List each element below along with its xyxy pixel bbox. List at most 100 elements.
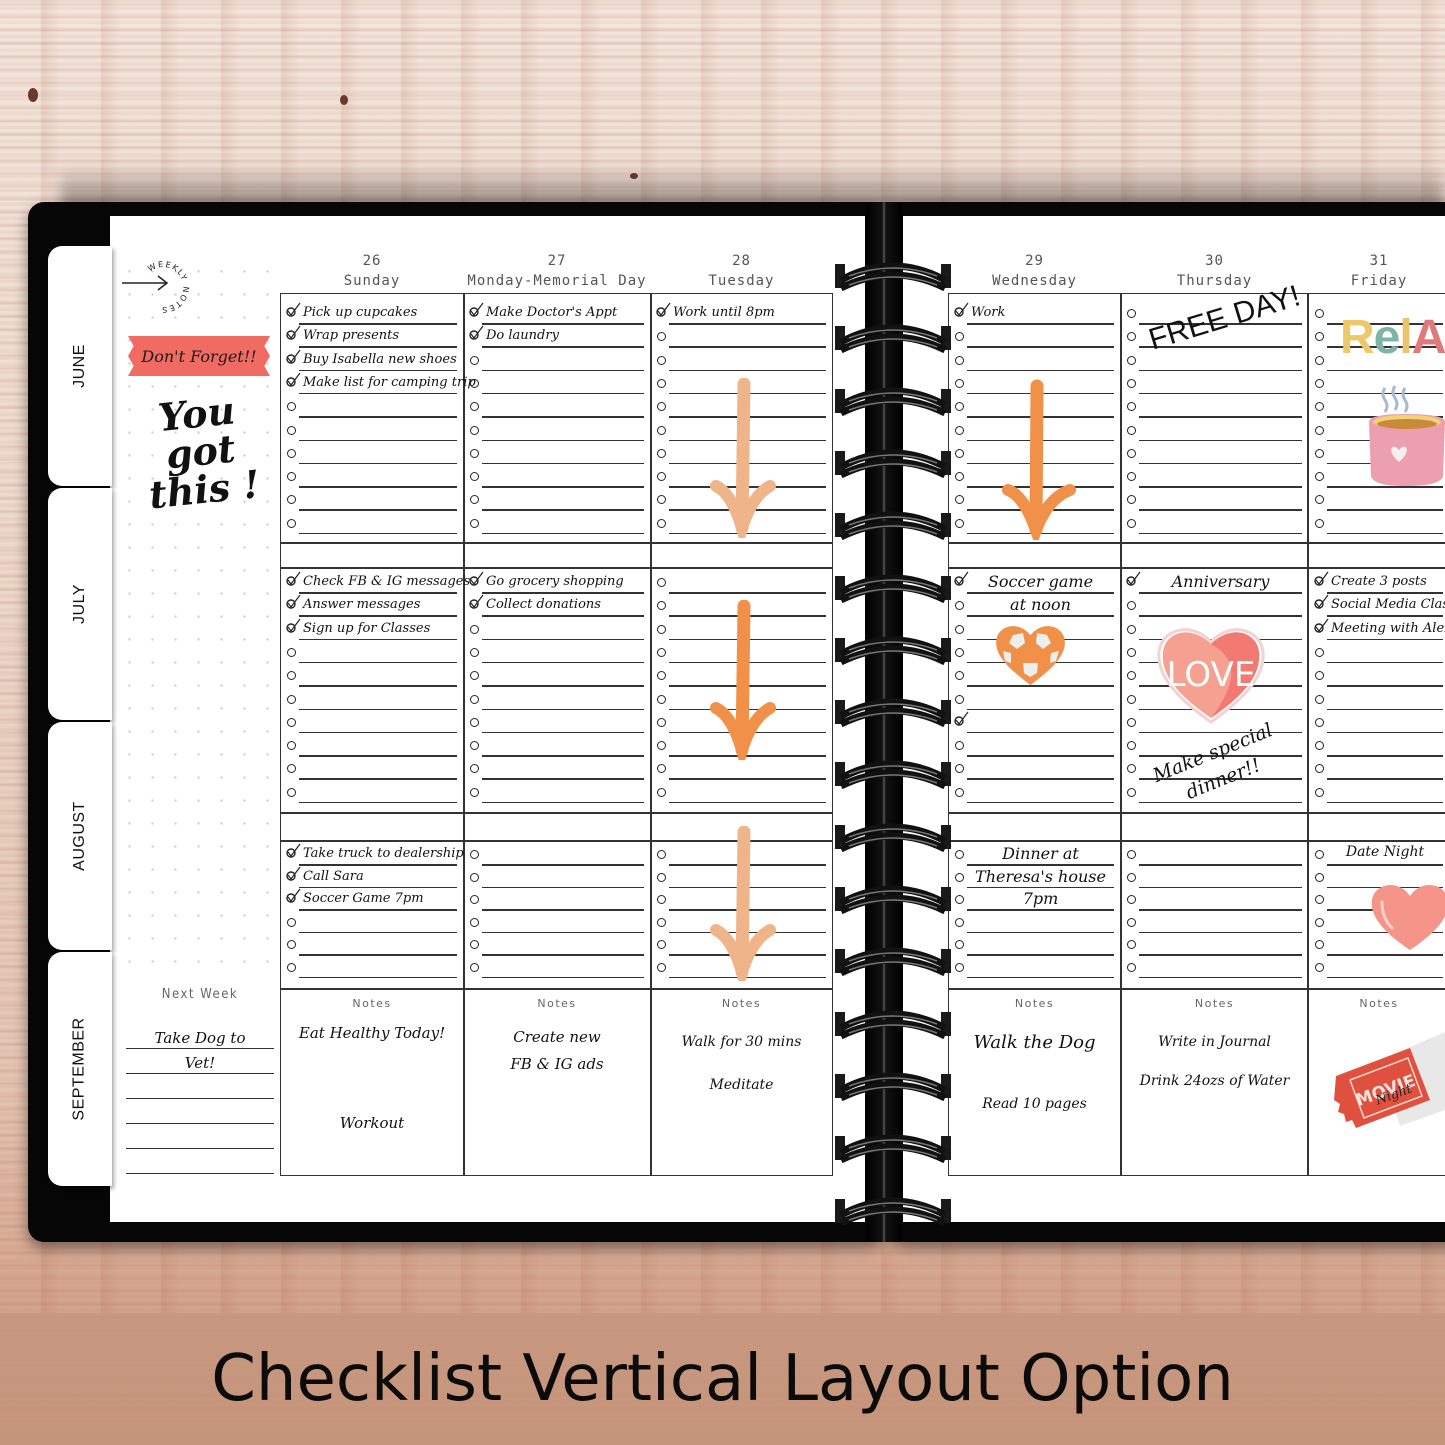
checkbox-circle-icon[interactable] [287, 518, 296, 528]
checkbox-circle-icon[interactable] [470, 624, 479, 634]
checkbox-circle-icon[interactable] [1315, 309, 1324, 318]
checkbox-circle-icon[interactable] [287, 917, 296, 927]
note-text[interactable]: Walk for 30 mins [651, 1034, 832, 1050]
checkbox-circle-icon[interactable] [470, 378, 479, 388]
checkbox-circle-icon[interactable] [657, 872, 666, 882]
checkbox-circle-icon[interactable] [470, 355, 479, 365]
checkbox-circle-icon[interactable] [470, 694, 479, 704]
checkbox-circle-icon[interactable] [955, 518, 964, 528]
checkbox-circle-icon[interactable] [1127, 309, 1136, 318]
checkbox-circle-icon[interactable] [955, 872, 964, 882]
next-week-line[interactable]: Vet! [126, 1049, 274, 1074]
tab-july[interactable]: JULY [48, 488, 112, 720]
checkbox-circle-icon[interactable] [470, 717, 479, 727]
checkbox-circle-icon[interactable] [470, 940, 479, 949]
checkbox-circle-icon[interactable] [1127, 940, 1136, 949]
checkbox-circle-icon[interactable] [287, 448, 296, 458]
checkbox-circle-icon[interactable] [1315, 962, 1324, 972]
checkbox-circle-icon[interactable] [1315, 355, 1324, 365]
checkbox-circle-icon[interactable] [470, 850, 479, 859]
note-text[interactable]: Walk the Dog [949, 1032, 1120, 1053]
note-text[interactable]: FB & IG ads [464, 1055, 650, 1073]
checkbox-circle-icon[interactable] [1315, 647, 1324, 657]
checkbox-circle-icon[interactable] [287, 694, 296, 704]
checkbox-circle-icon[interactable] [287, 940, 296, 949]
checkbox-circle-icon[interactable] [287, 647, 296, 657]
checkbox-circle-icon[interactable] [657, 895, 666, 904]
checkbox-circle-icon[interactable] [657, 378, 666, 388]
checked-circle-icon[interactable] [953, 571, 969, 586]
checkbox-circle-icon[interactable] [1315, 425, 1324, 435]
next-week-line[interactable] [126, 1124, 274, 1149]
checkbox-circle-icon[interactable] [470, 647, 479, 657]
checkbox-circle-icon[interactable] [1315, 940, 1324, 949]
checkbox-circle-icon[interactable] [657, 624, 666, 634]
checkbox-circle-icon[interactable] [1315, 787, 1324, 797]
checkbox-circle-icon[interactable] [1315, 448, 1324, 458]
checked-circle-icon[interactable] [655, 302, 671, 317]
checkbox-circle-icon[interactable] [657, 647, 666, 657]
checkbox-circle-icon[interactable] [470, 787, 479, 797]
tab-june[interactable]: JUNE [48, 246, 112, 486]
checkbox-circle-icon[interactable] [1127, 624, 1136, 634]
checkbox-circle-icon[interactable] [287, 425, 296, 435]
checkbox-circle-icon[interactable] [1127, 850, 1136, 859]
checkbox-circle-icon[interactable] [955, 355, 964, 365]
checkbox-circle-icon[interactable] [955, 425, 964, 435]
checked-circle-icon[interactable] [468, 594, 484, 609]
checkbox-circle-icon[interactable] [1127, 378, 1136, 388]
next-week-line[interactable] [126, 1149, 274, 1174]
tab-september[interactable]: SEPTEMBER [48, 952, 112, 1186]
checkbox-circle-icon[interactable] [1315, 895, 1324, 904]
checked-circle-icon[interactable] [468, 325, 484, 340]
checkbox-circle-icon[interactable] [1127, 717, 1136, 727]
checkbox-circle-icon[interactable] [470, 448, 479, 458]
checked-circle-icon[interactable] [285, 571, 301, 586]
checkbox-circle-icon[interactable] [1127, 355, 1136, 365]
checked-circle-icon[interactable] [1313, 618, 1329, 633]
checked-circle-icon[interactable] [285, 866, 301, 881]
checkbox-circle-icon[interactable] [955, 378, 964, 388]
next-week-line[interactable]: Take Dog to [126, 1024, 274, 1049]
checkbox-circle-icon[interactable] [1127, 872, 1136, 882]
weekly-notes-badge[interactable]: WEEKLY NOTES [120, 250, 200, 320]
checkbox-circle-icon[interactable] [287, 717, 296, 727]
checkbox-circle-icon[interactable] [955, 624, 964, 634]
checkbox-circle-icon[interactable] [955, 850, 964, 859]
checkbox-circle-icon[interactable] [470, 962, 479, 972]
checked-circle-icon[interactable] [1125, 571, 1141, 586]
checkbox-circle-icon[interactable] [287, 787, 296, 797]
note-text[interactable]: Write in Journal [1121, 1034, 1308, 1050]
note-text[interactable]: Read 10 pages [949, 1096, 1120, 1112]
checkbox-circle-icon[interactable] [657, 962, 666, 972]
checkbox-circle-icon[interactable] [1127, 787, 1136, 797]
checked-circle-icon[interactable] [285, 618, 301, 633]
checkbox-circle-icon[interactable] [955, 917, 964, 927]
checked-circle-icon[interactable] [468, 302, 484, 317]
checkbox-circle-icon[interactable] [955, 694, 964, 704]
checked-circle-icon[interactable] [285, 349, 301, 364]
checkbox-circle-icon[interactable] [955, 940, 964, 949]
checkbox-circle-icon[interactable] [470, 518, 479, 528]
checkbox-circle-icon[interactable] [470, 872, 479, 882]
checkbox-circle-icon[interactable] [1315, 694, 1324, 704]
checkbox-circle-icon[interactable] [955, 895, 964, 904]
tab-august[interactable]: AUGUST [48, 722, 112, 950]
checkbox-circle-icon[interactable] [1315, 717, 1324, 727]
checkbox-circle-icon[interactable] [1315, 872, 1324, 882]
next-week-line[interactable] [126, 1099, 274, 1124]
checkbox-circle-icon[interactable] [657, 425, 666, 435]
checked-circle-icon[interactable] [285, 325, 301, 340]
note-text[interactable]: Workout [281, 1114, 463, 1132]
checkbox-circle-icon[interactable] [955, 962, 964, 972]
checkbox-circle-icon[interactable] [955, 647, 964, 657]
note-text[interactable]: Drink 24ozs of Water [1121, 1073, 1308, 1089]
checkbox-circle-icon[interactable] [470, 425, 479, 435]
checkbox-circle-icon[interactable] [657, 448, 666, 458]
checkbox-circle-icon[interactable] [287, 962, 296, 972]
checkbox-circle-icon[interactable] [657, 518, 666, 528]
checkbox-circle-icon[interactable] [1127, 518, 1136, 528]
checked-circle-icon[interactable] [285, 888, 301, 903]
checkbox-circle-icon[interactable] [657, 355, 666, 365]
checkbox-circle-icon[interactable] [1315, 850, 1324, 859]
